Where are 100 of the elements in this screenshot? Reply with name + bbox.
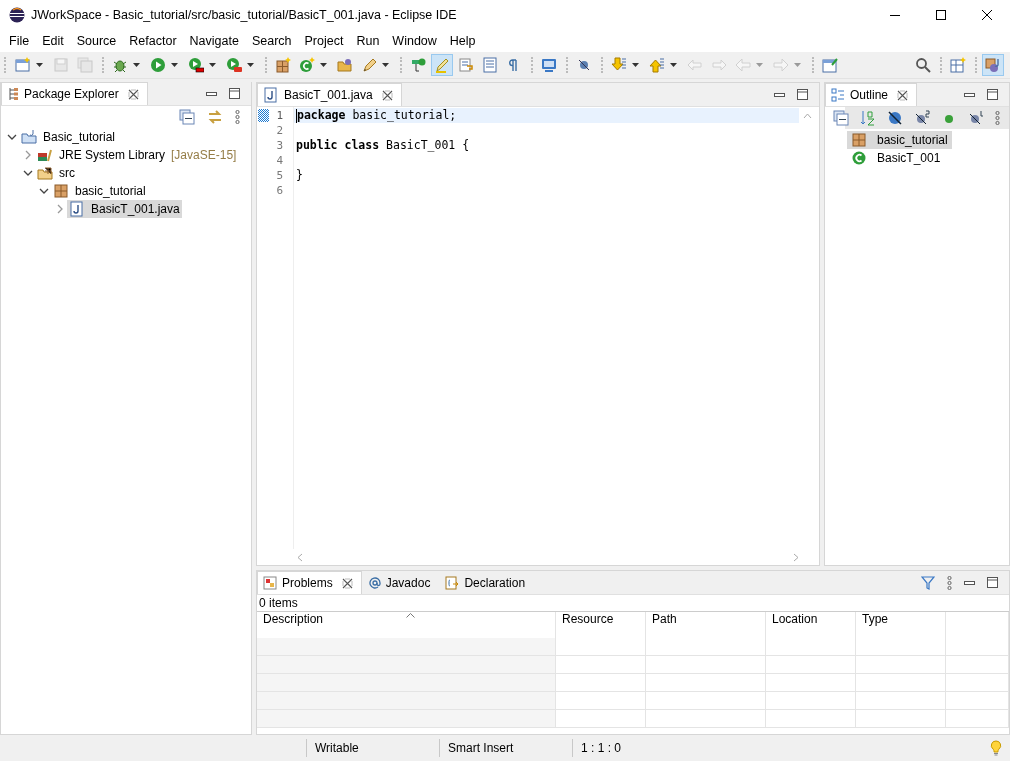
tree-item[interactable]: basic_tutorial (51, 182, 148, 200)
chevron-down-icon[interactable] (7, 132, 17, 142)
line-number: 3 (275, 139, 284, 152)
lightbulb-icon[interactable] (990, 740, 1002, 756)
window-title: JWorkSpace - Basic_tutorial/src/basic_tutorial/BasicT_001.java - Eclipse IDE (31, 8, 458, 22)
run-toolbox-icon (226, 57, 242, 73)
outline-icon (831, 88, 845, 102)
chevron-down-icon[interactable] (23, 168, 33, 178)
view-tab[interactable]: Problems (257, 571, 362, 594)
menu-item[interactable]: Search (244, 31, 298, 51)
tree-item-decoration: [JavaSE-15] (171, 148, 237, 162)
outline-item[interactable]: BasicT_001 (847, 149, 945, 167)
status-text: Smart Insert (440, 739, 573, 757)
tree-item[interactable]: src (35, 164, 77, 182)
new-package-icon (275, 57, 291, 73)
filter-icon (921, 574, 935, 591)
menu-item[interactable]: Window (385, 31, 443, 51)
caret-icon (756, 63, 763, 67)
collapse-all-icon (179, 109, 195, 125)
link-arrows-icon (207, 109, 223, 125)
hierarchy-icon (410, 57, 426, 73)
scroll-left-icon[interactable] (297, 552, 303, 562)
code-line: package basic_tutorial; (297, 108, 457, 123)
status-text: 1 : 1 : 0 (580, 740, 623, 757)
line-number: 4 (275, 154, 284, 167)
outline-item[interactable]: basic_tutorial (847, 131, 952, 149)
column-header[interactable]: Path (646, 612, 766, 638)
menu-item[interactable]: Help (442, 31, 482, 51)
new-class-icon (299, 57, 315, 73)
table-cell (946, 710, 1009, 728)
menu-item[interactable]: File (2, 31, 36, 51)
menu-item[interactable]: Refactor (122, 31, 183, 51)
chevron-down-icon[interactable] (39, 186, 49, 196)
menu-item[interactable]: Navigate (182, 31, 245, 51)
caret-icon (209, 63, 216, 67)
java-file-icon (69, 201, 85, 217)
package-icon (53, 183, 69, 199)
toolbar-button[interactable] (982, 54, 1004, 76)
package-icon (851, 132, 867, 148)
minimize-icon (774, 92, 785, 97)
close-icon[interactable] (381, 89, 393, 101)
kebab-menu-icon (235, 110, 240, 124)
tree-item[interactable]: JRE System Library [JavaSE-15] (35, 146, 239, 164)
view-tab[interactable]: Declaration (440, 571, 534, 594)
menu-item[interactable]: Edit (35, 31, 70, 51)
close-icon[interactable] (341, 577, 353, 589)
crossed-out-circle-icon (576, 57, 592, 73)
maximize-icon (987, 577, 998, 588)
scroll-right-icon[interactable] (793, 552, 799, 562)
eclipse-logo-icon (9, 7, 25, 23)
view-tab[interactable]: Package Explorer (1, 82, 148, 105)
caret-icon (382, 63, 389, 67)
column-header[interactable]: Resource (556, 612, 646, 638)
tree-item[interactable]: Basic_tutorial (19, 128, 118, 146)
right-arrow-icon (773, 57, 789, 73)
java-perspective-icon (985, 57, 1001, 73)
search-icon (915, 57, 931, 73)
line-number: 1 (275, 109, 284, 122)
line-number: 2 (275, 124, 284, 137)
table-cell (946, 656, 1009, 674)
chevron-right-icon[interactable] (55, 204, 65, 214)
hide-local-types-icon (968, 110, 984, 126)
right-arrow-icon (711, 57, 727, 73)
kebab-menu-icon (995, 111, 1000, 125)
chevron-right-icon[interactable] (23, 150, 33, 160)
sort-indicator-icon (406, 613, 415, 618)
monitor-icon (541, 57, 557, 73)
text-cursor (296, 108, 297, 123)
scroll-up-icon[interactable] (803, 113, 812, 119)
column-header[interactable]: Location (766, 612, 856, 638)
menu-item[interactable]: Project (297, 31, 350, 51)
package-explorer-icon (7, 87, 19, 101)
annotation-toggle-icon (458, 57, 474, 73)
caret-icon (320, 63, 327, 67)
view-tab[interactable]: BasicT_001.java (257, 83, 402, 106)
hide-static-icon (914, 110, 930, 126)
column-header[interactable]: Type (856, 612, 946, 638)
view-tab[interactable]: Javadoc (363, 571, 439, 594)
declaration-icon (445, 575, 460, 590)
java-file-icon (263, 87, 279, 103)
hide-fields-icon (887, 110, 903, 126)
close-icon[interactable] (897, 89, 909, 101)
open-folder-icon (337, 57, 353, 73)
window-pin-icon (822, 57, 838, 73)
caret-icon (670, 63, 677, 67)
kebab-menu-icon (947, 575, 952, 590)
run-icon (150, 57, 166, 73)
caret-icon (794, 63, 801, 67)
menu-item[interactable]: Source (69, 31, 123, 51)
status-text: Writable (307, 739, 440, 757)
code-line: public class BasicT_001 { (296, 138, 470, 153)
line-number: 5 (275, 169, 284, 182)
up-arrow-icon (649, 57, 665, 73)
caret-icon (632, 63, 639, 67)
close-icon[interactable] (127, 88, 139, 100)
tree-item[interactable]: BasicT_001.java (67, 200, 182, 218)
menu-item[interactable]: Run (349, 31, 386, 51)
pen-icon (361, 57, 377, 73)
view-tab[interactable]: Outline (825, 83, 918, 106)
maximize-icon (936, 10, 946, 20)
